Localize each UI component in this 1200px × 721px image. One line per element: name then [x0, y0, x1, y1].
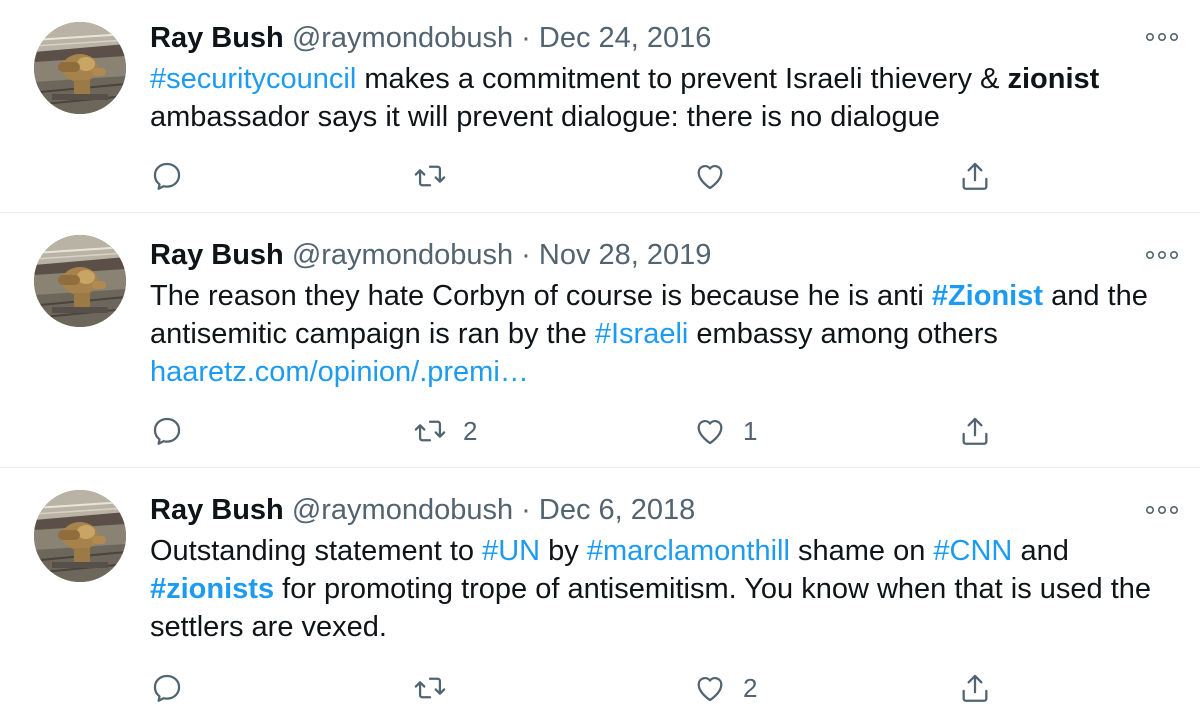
- reply-button[interactable]: [150, 668, 184, 708]
- tweet-actions: 2 1: [150, 411, 1030, 451]
- avatar[interactable]: [34, 490, 126, 582]
- reply-icon: [150, 671, 184, 705]
- tweet-feed: Ray Bush @raymondobush · Dec 24, 2016 #s…: [0, 0, 1200, 721]
- author-name[interactable]: Ray Bush: [150, 494, 284, 526]
- retweet-button[interactable]: [413, 156, 463, 196]
- separator: ·: [521, 239, 531, 271]
- text-segment: and: [1012, 535, 1069, 567]
- avatar[interactable]: [34, 235, 126, 327]
- tweet[interactable]: Ray Bush @raymondobush · Nov 28, 2019 Th…: [0, 213, 1200, 468]
- tweet-header: Ray Bush @raymondobush · Nov 28, 2019: [150, 235, 711, 275]
- more-options-button[interactable]: [1144, 27, 1180, 47]
- tweet-date[interactable]: Dec 24, 2016: [539, 22, 712, 54]
- hashtag-link[interactable]: #Israeli: [595, 318, 689, 350]
- text-segment: The reason they hate Corbyn of course is…: [150, 280, 932, 312]
- share-button[interactable]: [958, 411, 992, 451]
- avatar-image: [34, 490, 126, 582]
- more-options-button[interactable]: [1144, 245, 1180, 265]
- retweet-icon: [413, 159, 447, 193]
- tweet-header: Ray Bush @raymondobush · Dec 6, 2018: [150, 490, 695, 530]
- tweet-actions: [150, 156, 1030, 196]
- like-count: 2: [743, 672, 758, 703]
- avatar[interactable]: [34, 22, 126, 114]
- retweet-button[interactable]: 2: [413, 411, 477, 451]
- tweet-text: #securitycouncil makes a commitment to p…: [150, 60, 1180, 136]
- avatar-image: [34, 22, 126, 114]
- tweet[interactable]: Ray Bush @raymondobush · Dec 6, 2018 Out…: [0, 468, 1200, 721]
- hashtag-link[interactable]: #UN: [482, 535, 540, 567]
- tweet-date[interactable]: Nov 28, 2019: [539, 239, 712, 271]
- share-button[interactable]: [958, 156, 992, 196]
- tweet[interactable]: Ray Bush @raymondobush · Dec 24, 2016 #s…: [0, 0, 1200, 213]
- like-button[interactable]: [693, 156, 743, 196]
- more-icon: [1144, 500, 1180, 520]
- more-options-button[interactable]: [1144, 500, 1180, 520]
- retweet-icon: [413, 671, 447, 705]
- reply-icon: [150, 159, 184, 193]
- author-name[interactable]: Ray Bush: [150, 22, 284, 54]
- text-segment-bold: zionist: [1007, 63, 1100, 95]
- text-segment: by: [540, 535, 587, 567]
- tweet-actions: 2: [150, 668, 1030, 708]
- like-count: 1: [743, 415, 758, 446]
- like-icon: [693, 671, 727, 705]
- reply-button[interactable]: [150, 156, 184, 196]
- like-icon: [693, 159, 727, 193]
- text-segment: ambassador says it will prevent dialogue…: [150, 101, 940, 133]
- share-button[interactable]: [958, 668, 992, 708]
- author-handle[interactable]: @raymondobush: [292, 494, 513, 526]
- author-name[interactable]: Ray Bush: [150, 239, 284, 271]
- text-segment: embassy among others: [688, 318, 998, 350]
- tweet-header: Ray Bush @raymondobush · Dec 24, 2016: [150, 18, 711, 58]
- more-icon: [1144, 245, 1180, 265]
- retweet-icon: [413, 414, 447, 448]
- author-handle[interactable]: @raymondobush: [292, 22, 513, 54]
- text-segment: makes a commitment to prevent Israeli th…: [356, 63, 1008, 95]
- tweet-text: Outstanding statement to #UN by #marclam…: [150, 532, 1180, 646]
- like-button[interactable]: 2: [693, 668, 757, 708]
- share-icon: [958, 159, 992, 193]
- like-button[interactable]: 1: [693, 411, 757, 451]
- share-icon: [958, 414, 992, 448]
- reply-icon: [150, 414, 184, 448]
- text-segment: shame on: [789, 535, 934, 567]
- url-link[interactable]: haaretz.com/opinion/.premi…: [150, 356, 529, 388]
- tweet-text: The reason they hate Corbyn of course is…: [150, 277, 1180, 391]
- separator: ·: [521, 494, 531, 526]
- hashtag-link[interactable]: #marclamonthill: [587, 535, 790, 567]
- hashtag-link[interactable]: #Zionist: [932, 280, 1043, 312]
- text-segment: Outstanding statement to: [150, 535, 483, 567]
- hashtag-link[interactable]: #zionists: [150, 573, 274, 605]
- tweet-date[interactable]: Dec 6, 2018: [539, 494, 695, 526]
- separator: ·: [521, 22, 531, 54]
- reply-button[interactable]: [150, 411, 184, 451]
- hashtag-link[interactable]: #securitycouncil: [150, 63, 356, 95]
- retweet-count: 2: [463, 415, 478, 446]
- text-segment: for promoting trope of antisemitism. You…: [150, 573, 1152, 643]
- share-icon: [958, 671, 992, 705]
- avatar-image: [34, 235, 126, 327]
- hashtag-link[interactable]: #CNN: [933, 535, 1012, 567]
- author-handle[interactable]: @raymondobush: [292, 239, 513, 271]
- retweet-button[interactable]: [413, 668, 463, 708]
- like-icon: [693, 414, 727, 448]
- more-icon: [1144, 27, 1180, 47]
